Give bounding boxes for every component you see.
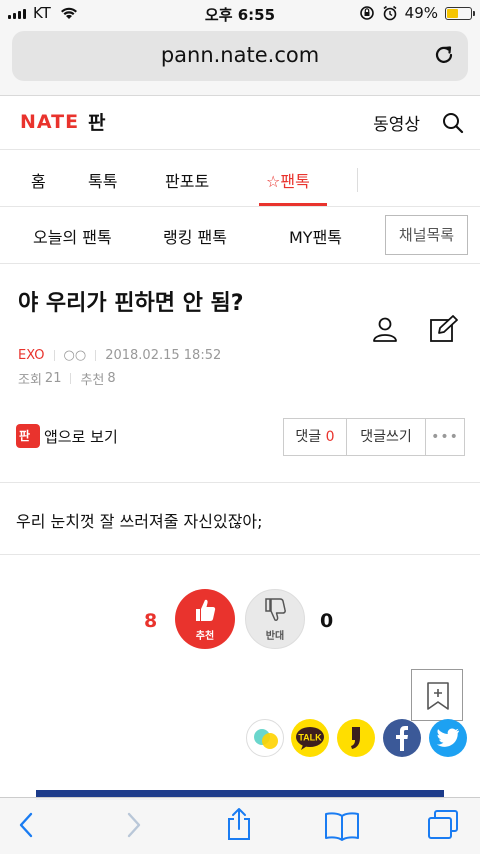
views-label: 조회 <box>18 373 42 388</box>
tab-toktok[interactable]: 톡톡 <box>88 168 117 192</box>
upvote-button[interactable]: 추천 <box>175 589 235 649</box>
open-in-app-label: 앱으로 보기 <box>44 427 118 446</box>
downvote-label: 반대 <box>265 631 285 642</box>
tab-home[interactable]: 홈 <box>31 168 46 192</box>
share-kakaotalk-button[interactable]: TALK <box>291 719 329 757</box>
battery-icon <box>445 6 475 20</box>
pann-app-icon <box>16 424 40 448</box>
line-share-icon <box>254 729 278 749</box>
share-twitter-button[interactable] <box>429 719 467 757</box>
recommend-count: 8 <box>107 371 116 386</box>
subnav-today[interactable]: 오늘의 팬톡 <box>33 224 112 248</box>
browser-top-bar: KT 오후 6:55 49% pann.nate.com <box>0 0 480 96</box>
upvote-count: 8 <box>144 610 158 632</box>
main-nav: 홈 톡톡 판포토 ☆팬톡 <box>0 150 480 342</box>
comment-button-group: 댓글 0 댓글쓰기 ••• <box>283 418 465 456</box>
subnav-ranking[interactable]: 랭킹 팬톡 <box>163 224 227 248</box>
write-icon[interactable] <box>429 315 459 343</box>
downvote-count: 0 <box>320 610 334 632</box>
battery-percent: 49% <box>404 4 438 22</box>
video-link[interactable]: 동영상 <box>373 110 420 135</box>
status-icons: 49% <box>359 4 475 22</box>
kakaotalk-label: TALK <box>298 733 322 743</box>
reload-icon[interactable] <box>432 43 456 67</box>
tab-fantalk[interactable]: ☆팬톡 <box>266 168 310 192</box>
thumbs-down-icon <box>265 598 286 621</box>
site-header: NATE 판 동영상 <box>0 96 480 150</box>
pann-logo[interactable]: 판 <box>88 108 105 135</box>
twitter-icon <box>436 728 459 747</box>
upvote-label: 추천 <box>195 631 215 642</box>
nav-divider <box>357 168 358 192</box>
bookmark-add-icon <box>427 682 449 710</box>
divider <box>0 554 480 555</box>
nate-logo[interactable]: NATE <box>20 111 79 133</box>
channel-list-button[interactable]: 채널목록 <box>385 215 468 255</box>
views-count: 21 <box>44 371 62 386</box>
tab-pannphoto[interactable]: 판포토 <box>165 168 209 192</box>
search-icon[interactable] <box>442 112 464 134</box>
comments-count: 0 <box>325 429 335 445</box>
bookmark-button[interactable] <box>411 669 463 721</box>
battery-fill <box>447 8 459 18</box>
rotation-lock-icon <box>359 6 374 20</box>
meta-separator <box>70 373 72 384</box>
alarm-icon <box>383 5 397 21</box>
meta-separator <box>95 350 97 361</box>
comments-label: 댓글 <box>295 429 322 445</box>
status-bar: KT 오후 6:55 49% <box>0 0 480 28</box>
meta-separator <box>53 350 55 361</box>
subnav-my[interactable]: MY팬톡 <box>289 224 342 248</box>
open-in-app-link[interactable]: 앱으로 보기 <box>16 424 118 448</box>
article-author: ○○ <box>63 348 87 363</box>
thumbs-up-icon <box>196 599 216 621</box>
divider <box>0 482 480 483</box>
active-tab-indicator <box>259 203 327 206</box>
facebook-icon <box>396 726 408 751</box>
comments-button[interactable]: 댓글 0 <box>284 419 347 455</box>
share-kakaostory-button[interactable] <box>337 719 375 757</box>
share-line-button[interactable] <box>246 719 284 757</box>
article-title: 야 우리가 핀하면 안 됨? <box>18 291 244 316</box>
forward-icon[interactable] <box>124 810 144 840</box>
back-icon[interactable] <box>16 810 36 840</box>
article-category[interactable]: EXO <box>18 348 45 363</box>
sub-nav: 오늘의 팬톡 랭킹 팬톡 MY팬톡 채널목록 <box>0 207 480 264</box>
browser-toolbar <box>0 797 480 854</box>
page-root: KT 오후 6:55 49% pann.nate.com NATE 판 동영상 … <box>0 0 480 854</box>
article-stats: 조회 21 추천 8 <box>18 369 116 388</box>
bookmarks-icon[interactable] <box>324 811 360 841</box>
kakaostory-icon <box>351 727 360 749</box>
address-text: pann.nate.com <box>160 43 320 67</box>
tabs-icon[interactable] <box>426 809 460 841</box>
article-meta: EXO ○○ 2018.02.15 18:52 <box>18 348 221 363</box>
recommend-label: 추천 <box>80 373 105 388</box>
share-facebook-button[interactable] <box>383 719 421 757</box>
more-button[interactable]: ••• <box>426 419 464 455</box>
user-icon[interactable] <box>372 316 398 342</box>
kakaotalk-icon: TALK <box>296 727 324 750</box>
share-icon[interactable] <box>226 807 252 841</box>
write-comment-button[interactable]: 댓글쓰기 <box>347 419 426 455</box>
article-body: 우리 눈치껏 잘 쓰러져줄 자신있잖아; <box>16 512 263 531</box>
article-date: 2018.02.15 18:52 <box>105 348 222 363</box>
address-bar[interactable]: pann.nate.com <box>12 31 468 81</box>
downvote-button[interactable]: 반대 <box>245 589 305 649</box>
